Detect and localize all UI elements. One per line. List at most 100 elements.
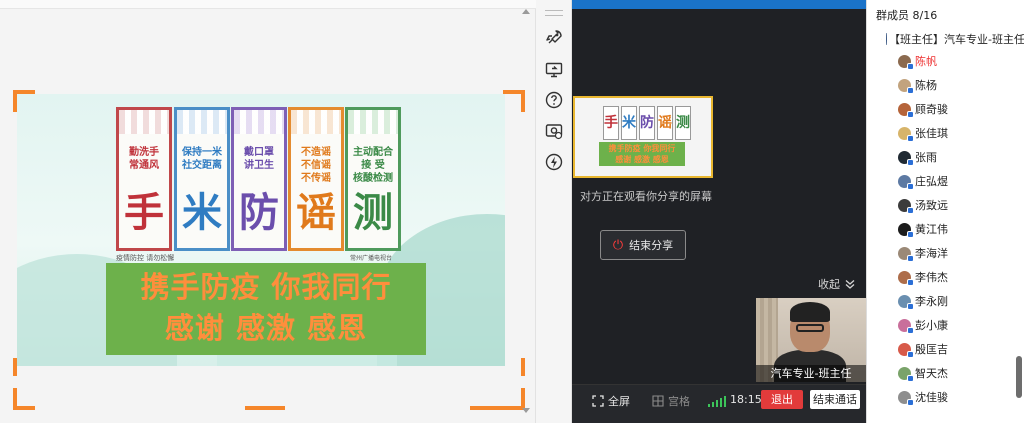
- thumbnail-slogan: 携手防疫 你我同行 感谢 感激 感恩: [599, 142, 685, 166]
- call-time: 18:15: [730, 393, 762, 406]
- help-icon[interactable]: [544, 90, 564, 110]
- scroll-up-icon[interactable]: [522, 9, 530, 14]
- mic-badge-icon: [907, 182, 914, 190]
- mic-badge-icon: [907, 230, 914, 238]
- exit-button[interactable]: 退出: [761, 390, 803, 409]
- grid-view-button[interactable]: 宫格: [652, 393, 690, 409]
- avatar: [898, 246, 914, 262]
- share-notice: 对方正在观看你分享的屏幕: [580, 190, 712, 203]
- slogan-box: 携手防疫 你我同行 感谢 感激 感恩: [106, 263, 426, 355]
- owner-name: 【班主任】汽车专业-班主任: [889, 33, 1024, 46]
- video-person: [796, 324, 824, 332]
- mic-badge-icon: [907, 398, 914, 406]
- slogan-line: 感谢 感激 感恩: [164, 311, 368, 345]
- member-name: 李永刚: [915, 295, 948, 308]
- shared-screen-thumbnail[interactable]: 手 米 防 谣 测 携手防疫 你我同行 感谢 感激 感恩: [573, 96, 713, 178]
- member-name: 黄江伟: [915, 223, 948, 236]
- collapse-button[interactable]: 收起: [818, 276, 856, 292]
- chevron-double-down-icon: [845, 280, 855, 289]
- end-call-button[interactable]: 结束通话: [810, 390, 860, 409]
- mic-badge-icon: [907, 350, 914, 358]
- member-row[interactable]: 李海洋: [867, 241, 1017, 265]
- power-icon[interactable]: [544, 152, 564, 172]
- member-row[interactable]: 智天杰: [867, 361, 1017, 385]
- power-off-icon: ⏻: [612, 237, 624, 253]
- member-row[interactable]: 庄弘煜: [867, 169, 1017, 193]
- members-count-header: 群成员 8/16: [876, 9, 938, 22]
- avatar: [898, 198, 914, 214]
- avatar: [898, 174, 914, 190]
- rocket-icon[interactable]: [544, 28, 564, 48]
- member-name: 李海洋: [915, 247, 948, 260]
- member-row[interactable]: 张佳琪: [867, 121, 1017, 145]
- panel-char: 测: [353, 190, 393, 236]
- mic-badge-icon: [907, 206, 914, 214]
- selection-corner[interactable]: [13, 388, 35, 410]
- thumbnail-char: 手: [603, 106, 619, 140]
- panel-char: 谣: [296, 190, 336, 236]
- selection-corner[interactable]: [13, 90, 35, 112]
- selection-handle[interactable]: [245, 406, 285, 410]
- thumbnail-panels: 手 米 防 谣 测: [603, 106, 691, 140]
- avatar: [898, 150, 914, 166]
- avatar: [885, 33, 887, 45]
- member-row[interactable]: 张雨: [867, 145, 1017, 169]
- member-name: 张佳琪: [915, 127, 948, 140]
- member-row[interactable]: 殷匡吉: [867, 337, 1017, 361]
- owner-row[interactable]: 【班主任】汽车专业-班主任: [867, 29, 1024, 49]
- record-icon[interactable]: [544, 121, 564, 141]
- avatar: [898, 126, 914, 142]
- screen-share-icon[interactable]: [544, 60, 564, 80]
- thumbnail-slogan-line: 携手防疫 你我同行: [608, 144, 676, 153]
- member-row[interactable]: 李伟杰: [867, 265, 1017, 289]
- member-name: 陈杨: [915, 79, 937, 92]
- fullscreen-icon: [592, 395, 604, 407]
- drag-grip-icon[interactable]: [545, 10, 563, 16]
- member-name: 顾奇骏: [915, 103, 948, 116]
- member-row[interactable]: 彭小康: [867, 313, 1017, 337]
- grid-label: 宫格: [668, 395, 690, 408]
- avatar: [898, 366, 914, 382]
- meeting-control-bar: 全屏 宫格 18:15 退出 结束通话: [572, 384, 866, 423]
- avatar: [898, 294, 914, 310]
- avatar: [898, 222, 914, 238]
- panel-char: 防: [239, 190, 279, 236]
- panel-char: 米: [182, 190, 222, 236]
- poster-panel: 戴口罩 讲卫生 防: [231, 107, 287, 251]
- signal-strength-icon: [708, 396, 726, 407]
- avatar: [898, 270, 914, 286]
- left-toolbar: [0, 0, 536, 9]
- member-row[interactable]: 汤致远: [867, 193, 1017, 217]
- member-name: 陈帆: [915, 55, 937, 68]
- member-name: 智天杰: [915, 367, 948, 380]
- members-scrollbar[interactable]: [1016, 356, 1022, 398]
- member-row[interactable]: 李永刚: [867, 289, 1017, 313]
- panel-pattern: [119, 110, 169, 134]
- scroll-down-icon[interactable]: [522, 408, 530, 413]
- avatar: [898, 342, 914, 358]
- selection-corner[interactable]: [503, 90, 525, 112]
- fullscreen-button[interactable]: 全屏: [592, 393, 630, 409]
- end-share-button[interactable]: ⏻ 结束分享: [600, 230, 686, 260]
- member-name: 殷匡吉: [915, 343, 948, 356]
- selection-handle[interactable]: [521, 358, 525, 376]
- member-row[interactable]: 黄江伟: [867, 217, 1017, 241]
- poster-panel: 不造谣 不信谣 不传谣 谣: [288, 107, 344, 251]
- avatar: [898, 54, 914, 70]
- member-row[interactable]: 顾奇骏: [867, 97, 1017, 121]
- member-row[interactable]: 陈杨: [867, 73, 1017, 97]
- mic-badge-icon: [907, 110, 914, 118]
- member-row[interactable]: 陈帆: [867, 49, 1017, 73]
- selection-handle[interactable]: [13, 358, 17, 376]
- panel-pattern: [348, 110, 398, 134]
- panel-pattern: [177, 110, 227, 134]
- video-person: [790, 302, 830, 322]
- thumbnail-slogan-line: 感谢 感激 感恩: [615, 155, 669, 164]
- selection-handle[interactable]: [470, 406, 510, 410]
- mic-badge-icon: [907, 278, 914, 286]
- members-pane: 群成员 8/16 【班主任】汽车专业-班主任 陈帆陈杨顾奇骏张佳琪张雨 庄弘煜 汤致…: [866, 0, 1024, 423]
- participant-video[interactable]: 汽车专业-班主任: [756, 298, 866, 382]
- panel-pattern: [234, 110, 284, 134]
- panel-slogan: 主动配合 接 受 核酸检测: [353, 147, 393, 184]
- member-row[interactable]: 沈佳骏: [867, 385, 1017, 409]
